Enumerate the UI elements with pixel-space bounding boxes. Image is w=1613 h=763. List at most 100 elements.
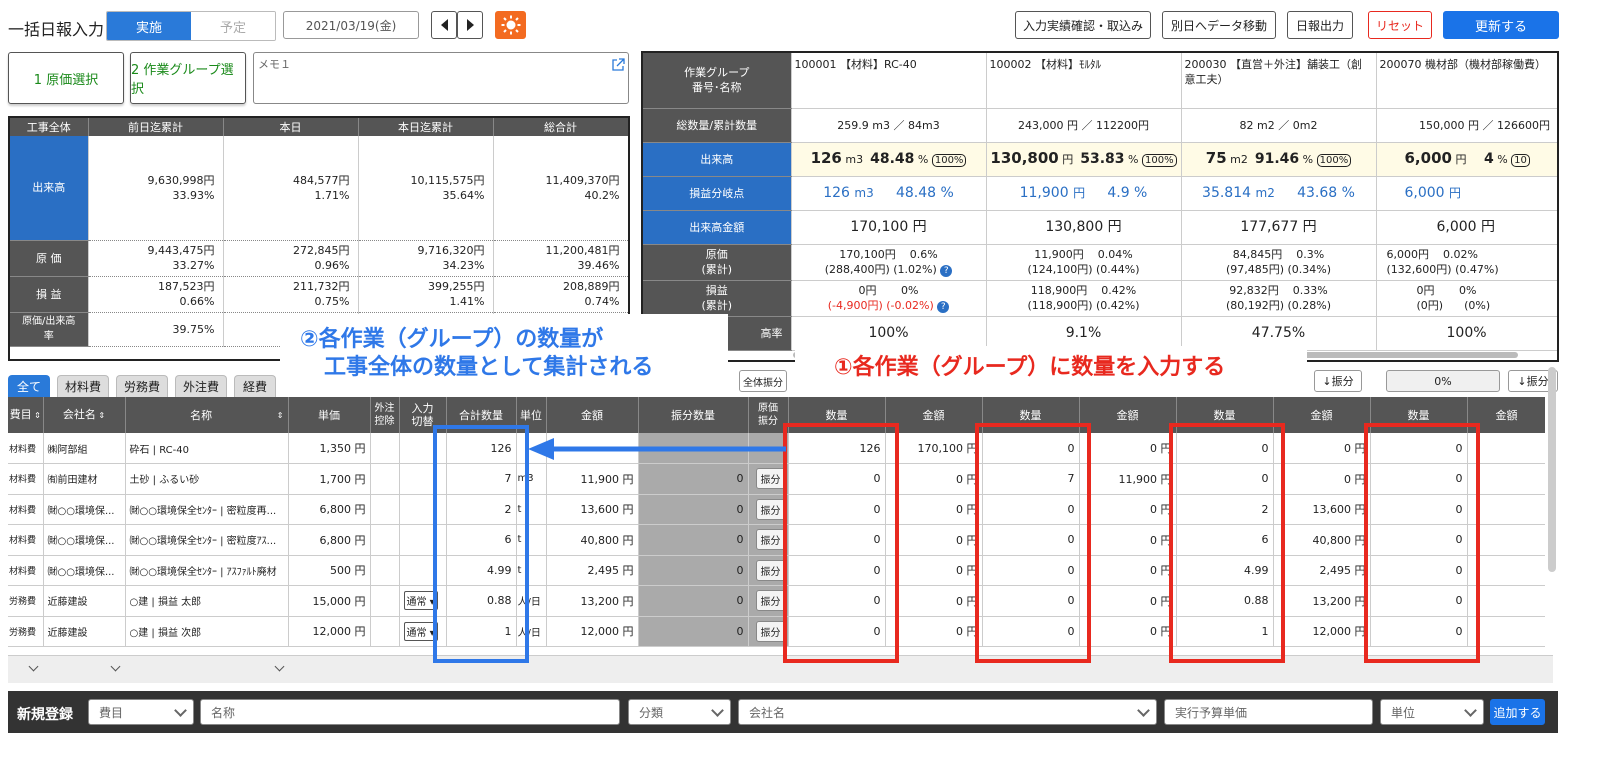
prev-date-button[interactable] <box>431 11 457 39</box>
cell-company: 近藤建設 <box>43 616 126 647</box>
allocate-button[interactable]: ↓振分 <box>1314 370 1362 392</box>
cell-group-value: 0 円 <box>1079 616 1177 647</box>
new-name-input[interactable]: 名称 <box>200 699 620 725</box>
summary-header: 前日迄累計 <box>88 118 224 136</box>
memo-field[interactable]: メモ１ <box>253 52 629 104</box>
cell-alloc-btn[interactable]: 振分 <box>748 524 789 556</box>
allocate-row-button[interactable]: 振分 <box>755 559 786 581</box>
col-header[interactable]: 費目 ⇕ <box>8 397 44 433</box>
group-breakeven: 6,000 円 <box>1376 176 1557 211</box>
move-data-button[interactable]: 別日へデータ移動 <box>1162 11 1276 39</box>
filter-name-chevron-icon[interactable] <box>274 661 285 672</box>
tab-material[interactable]: 材料費 <box>57 375 109 397</box>
date-field[interactable]: 2021/03/19(金) <box>283 11 419 39</box>
help-icon[interactable]: ? <box>937 301 950 313</box>
confirm-import-button[interactable]: 入力実績確認・取込み <box>1015 11 1151 39</box>
add-button[interactable]: 追加する <box>1490 699 1545 725</box>
group-select-button[interactable]: 2 作業グループ選択 <box>130 52 246 104</box>
tab-all[interactable]: 全て <box>8 375 50 397</box>
new-class-select[interactable]: 分類 <box>628 699 731 725</box>
cell-alloc-btn[interactable]: 振分 <box>748 585 789 617</box>
mode-actual-button[interactable]: 実施 <box>107 12 191 40</box>
summary-cell: 211,732円 0.75% <box>223 276 359 313</box>
help-icon[interactable]: ? <box>940 265 953 277</box>
cell-group-value: 0 円 <box>1273 433 1371 464</box>
summary-cell: 484,577円 1.71% <box>223 136 359 241</box>
new-cat-select[interactable]: 費目 <box>88 699 194 725</box>
new-company-select[interactable]: 会社名 <box>738 699 1157 725</box>
vertical-scrollbar[interactable] <box>1548 367 1556 572</box>
group-dekidaka[interactable]: 6,000 円 4 % 10 <box>1376 142 1557 177</box>
group-dekidaka[interactable]: 75 m2 91.46 % 100% <box>1181 142 1377 177</box>
allocate-all-button[interactable]: 全体振分 <box>739 370 787 392</box>
cell-price: 1,700 円 <box>288 463 371 495</box>
new-unit-select[interactable]: 単位 <box>1380 699 1484 725</box>
row-label-group: 作業グループ 番号･名称 <box>643 53 792 109</box>
col-header[interactable]: 名称 ⇕ <box>125 397 289 433</box>
cell-alloc-btn[interactable]: 振分 <box>748 555 789 586</box>
cell-amount: 13,200 円 <box>546 585 639 617</box>
cell-alloc-qty[interactable]: 0 <box>638 616 749 647</box>
expand-icon[interactable] <box>611 58 625 72</box>
allocate-row-button[interactable]: 振分 <box>755 620 786 642</box>
allocate-row-button[interactable]: 振分 <box>755 529 786 551</box>
caret-right-icon <box>466 19 474 31</box>
allocate-row-button[interactable]: 振分 <box>755 498 786 520</box>
caret-left-icon <box>440 19 448 31</box>
cell-name: ○建 | 損益 次郎 <box>125 616 289 647</box>
row-label-profit: 損益 (累計) <box>643 280 792 317</box>
cell-group-value: 0 円 <box>1079 585 1177 617</box>
cell-alloc-qty[interactable]: 0 <box>638 463 749 495</box>
summary-cell: 272,845円 0.96% <box>223 240 359 277</box>
cell-group-value: 0 円 <box>885 585 983 617</box>
cell-alloc-qty[interactable]: 0 <box>638 494 749 525</box>
row-label-total: 総数量/累計数量 <box>643 108 792 143</box>
table-row: 材料費 ㈶○○環境保... ㈶○○環境保全ｾﾝﾀｰ | 密粒度再... 6,800 円… <box>8 494 1545 525</box>
cell-alloc-btn[interactable]: 振分 <box>748 494 789 525</box>
group-amount: 130,800 円 <box>986 210 1182 245</box>
filter-cat-chevron-icon[interactable] <box>28 661 39 672</box>
cell-category: 労務費 <box>8 585 44 617</box>
cell-group-value: 0 円 <box>885 555 983 586</box>
new-price-input[interactable]: 実行予算単価 <box>1164 699 1373 725</box>
filter-company-chevron-icon[interactable] <box>110 661 121 672</box>
row-label-dekidaka: 出来高 <box>643 142 792 177</box>
cell-alloc-qty[interactable]: 0 <box>638 555 749 586</box>
col-header[interactable]: 会社名 ⇕ <box>43 397 126 433</box>
cell-alloc-btn[interactable]: 振分 <box>748 616 789 647</box>
group-dekidaka[interactable]: 130,800 円 53.83 % 100% <box>986 142 1182 177</box>
mode-plan-button[interactable]: 予定 <box>191 12 275 40</box>
cell-company: ㈶○○環境保... <box>43 494 126 525</box>
cell-alloc-btn[interactable]: 振分 <box>748 463 789 495</box>
allocate-row-button[interactable]: 振分 <box>755 468 786 490</box>
next-date-button[interactable] <box>457 11 483 39</box>
table-row: 材料費 ㈲前田建材 土砂 | ふるい砂 1,700 円 7 m3 11,900 円 0 振分 0 0… <box>8 463 1545 495</box>
weather-button[interactable] <box>495 11 526 39</box>
cell-alloc-qty[interactable]: 0 <box>638 585 749 617</box>
detail-grid-panel: 費目 ⇕ 会社名 ⇕ 名称 ⇕ 単価 外注 控除 入力 切替 合計数量 単位 金額… <box>8 397 1545 655</box>
table-row: 材料費 ㈶○○環境保... ㈶○○環境保全ｾﾝﾀｰ | ｱｽﾌｧﾙﾄ廃材 500 円4… <box>8 555 1545 586</box>
group-panel: 作業グループ 番号･名称 100001 【材料】RC-40 100002 【材料… <box>641 51 1559 362</box>
arrow-left-icon <box>528 438 786 460</box>
cell-price: 500 円 <box>288 555 371 586</box>
tab-labor[interactable]: 労務費 <box>116 375 168 397</box>
row-label-cost: 原 価 <box>10 240 89 277</box>
tab-outsource[interactable]: 外注費 <box>175 375 227 397</box>
row-label-cost: 原価 (累計) <box>643 244 792 281</box>
cell-category: 材料費 <box>8 463 44 495</box>
report-output-button[interactable]: 日報出力 <box>1287 11 1353 39</box>
update-button[interactable]: 更新する <box>1443 11 1559 39</box>
cell-group-value: 0 円 <box>885 463 983 495</box>
allocate-row-button[interactable]: 振分 <box>755 590 786 612</box>
chevron-down-icon <box>711 704 724 717</box>
tab-expense[interactable]: 経費 <box>234 375 276 397</box>
cell-deduct <box>370 494 400 525</box>
cell-group-value: 0 円 <box>1079 555 1177 586</box>
reset-button[interactable]: リセット <box>1368 11 1432 39</box>
percent-field[interactable]: 0% <box>1386 370 1500 392</box>
cell-alloc-qty[interactable]: 0 <box>638 524 749 556</box>
group-dekidaka[interactable]: 126 m3 48.48 % 100% <box>791 142 987 177</box>
cost-select-button[interactable]: 1 原価選択 <box>8 52 124 104</box>
group-amount: 177,677 円 <box>1181 210 1377 245</box>
highlight-group1-qty <box>783 423 899 663</box>
